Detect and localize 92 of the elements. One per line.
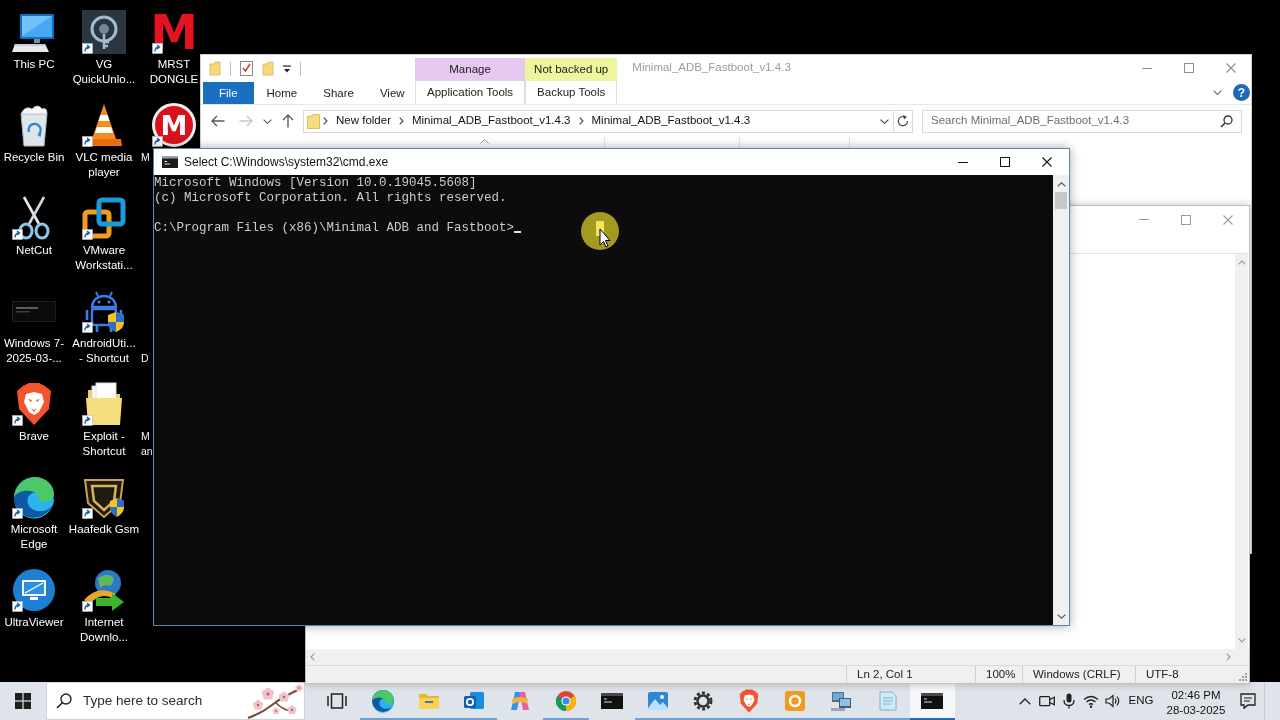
zoom-level-text: 100% <box>986 667 1016 682</box>
microphone-icon[interactable] <box>1063 693 1075 709</box>
chevron-right-icon[interactable] <box>323 117 328 125</box>
breadcrumb-link[interactable]: New folder <box>331 114 396 128</box>
window-title: Select C:\Windows\system32\cmd.exe <box>184 154 389 170</box>
maximize-icon[interactable] <box>1000 157 1010 167</box>
globe-arrow-icon[interactable] <box>82 568 126 612</box>
computers-icon <box>828 689 853 713</box>
app-logo[interactable]: M <box>152 10 196 54</box>
icon-label[interactable]: VG QuickUnlo... <box>68 57 140 86</box>
chevron-up-icon[interactable] <box>1019 697 1031 705</box>
back-arrow-icon[interactable] <box>211 115 225 127</box>
icon-label[interactable]: Recycle Bin <box>0 150 70 165</box>
icon-label[interactable]: Internet Downlo... <box>68 615 140 644</box>
sort-caret-icon[interactable] <box>480 139 489 144</box>
ribbon-tab[interactable]: Backup Tools <box>525 81 618 104</box>
mouse-pointer-icon <box>581 212 619 250</box>
round-logo-icon <box>554 689 579 713</box>
icon-label[interactable]: Brave <box>0 429 70 444</box>
icon-label[interactable]: NetCut <box>0 243 70 258</box>
search-field[interactable]: Search Minimal_ADB_Fastboot_v1.4.3 <box>922 109 1242 133</box>
task-view-icon[interactable] <box>327 693 347 709</box>
breadcrumb-link[interactable]: Minimal_ADB_Fastboot_v1.4.3 <box>406 114 576 128</box>
clock-date[interactable]: 28-03-2025 <box>1166 702 1226 718</box>
notification-icon[interactable] <box>1240 693 1256 709</box>
icon-label[interactable]: M an <box>141 429 153 458</box>
vertical-scrollbar[interactable] <box>1053 175 1069 625</box>
start-icon[interactable] <box>15 693 31 709</box>
cursor-position-text: Ln 2, Col 1 <box>857 667 913 682</box>
breadcrumb-link[interactable]: Minimal_ADB_Fastboot_v1.4.3 <box>586 114 756 128</box>
ribbon-tab[interactable]: View <box>366 82 418 104</box>
ribbon-tab[interactable]: Home <box>253 82 311 104</box>
chevron-right-icon[interactable] <box>578 117 584 125</box>
console-line: (c) Microsoft Corporation. All rights reserved. <box>154 191 508 206</box>
context-tab-label: Manage <box>415 58 526 82</box>
search-field[interactable]: Type here to search <box>46 682 305 720</box>
blossom-branch-icon <box>246 683 304 719</box>
taskbar-app-button[interactable] <box>909 682 956 720</box>
ribbon-tab[interactable]: Share <box>310 82 367 104</box>
folder-icon <box>307 113 320 129</box>
icon-label[interactable]: MRST DONGLE <box>148 57 200 86</box>
landscape-icon <box>645 689 670 713</box>
terminal-icon <box>162 156 178 168</box>
clock-time[interactable]: 02:46 PM <box>1171 687 1221 703</box>
scrollbar-thumb[interactable] <box>1055 192 1067 209</box>
app-logo[interactable]: M <box>152 103 196 147</box>
customize-dropdown-icon[interactable] <box>283 64 291 73</box>
chevron-down-icon[interactable] <box>880 118 889 124</box>
console-line: Microsoft Windows [Version 10.0.19045.5608] <box>154 176 478 191</box>
search-icon[interactable] <box>1220 114 1233 128</box>
console-prompt: C:\Program Files (x86)\Minimal ADB and Fastboot> <box>154 221 515 235</box>
icon-label[interactable]: M <box>141 150 150 165</box>
ribbon-tab[interactable]: Application Tools <box>415 81 526 104</box>
scroll-up-icon[interactable] <box>1056 182 1066 187</box>
speaker-icon[interactable] <box>1105 694 1121 708</box>
chevron-right-icon[interactable] <box>398 117 404 125</box>
refresh-icon[interactable] <box>897 115 909 127</box>
context-tab-label: Not backed up <box>525 58 618 82</box>
encoding-text: UTF-8 <box>1146 667 1179 682</box>
ring-tile-icon <box>783 689 808 713</box>
help-button[interactable]: ? <box>1233 84 1250 102</box>
icon-label[interactable]: Haafedk Gsm <box>68 522 140 537</box>
file-menu-tab[interactable]: File <box>203 82 254 104</box>
minimize-icon[interactable] <box>958 161 968 163</box>
swirl-logo-icon[interactable] <box>12 475 56 519</box>
resize-grip-icon[interactable] <box>1237 672 1247 681</box>
scroll-down-icon[interactable] <box>1056 614 1066 619</box>
swirl-logo-icon <box>370 689 395 713</box>
close-icon[interactable] <box>1042 157 1052 167</box>
address-bar[interactable]: New folder Minimal_ADB_Fastboot_v1.4.3 Minimal_ADB_Fastboot_v1.4.3 <box>303 109 894 133</box>
icon-label[interactable]: This PC <box>0 57 70 72</box>
icon-label[interactable]: Microsoft Edge <box>0 522 70 551</box>
icon-label[interactable]: Exploit - Shortcut <box>68 429 140 458</box>
icon-label[interactable]: VMware Workstati... <box>68 243 140 272</box>
icon-label[interactable]: VLC media player <box>68 150 140 179</box>
wifi-icon[interactable] <box>1083 694 1099 708</box>
monitor-disc-icon[interactable] <box>12 568 56 612</box>
search-icon[interactable] <box>56 693 72 709</box>
language-indicator[interactable]: ENG <box>1128 694 1154 708</box>
checklist-icon[interactable] <box>240 61 253 76</box>
overlapping-squares-icon[interactable] <box>82 196 126 240</box>
window-title: Minimal_ADB_Fastboot_v1.4.3 <box>632 61 791 76</box>
chevron-down-icon[interactable] <box>1213 90 1222 96</box>
up-arrow-icon[interactable] <box>282 114 294 128</box>
icon-label[interactable]: Windows 7-2025-03-... <box>0 336 70 365</box>
line-ending-text: Windows (CRLF) <box>1033 667 1121 682</box>
icon-label[interactable]: AndroidUti... - Shortcut <box>68 336 140 365</box>
icon-label[interactable]: UltraViewer <box>0 615 70 630</box>
video-camera-icon[interactable] <box>1039 695 1055 707</box>
text-cursor-icon <box>514 231 522 233</box>
icon-label[interactable]: D <box>141 350 149 365</box>
chevron-down-icon[interactable] <box>263 118 272 124</box>
